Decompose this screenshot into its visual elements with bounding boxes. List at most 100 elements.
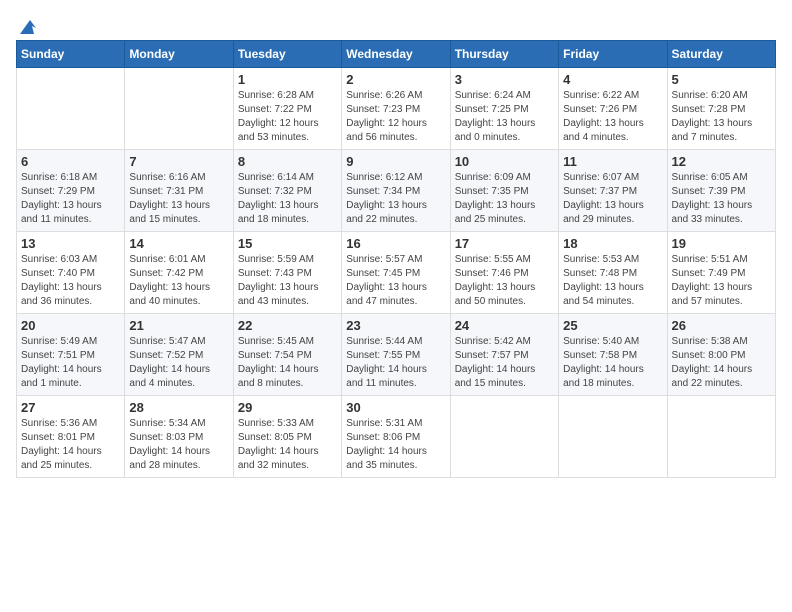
day-number: 27 bbox=[21, 400, 120, 415]
day-info: Sunrise: 5:49 AMSunset: 7:51 PMDaylight:… bbox=[21, 335, 120, 391]
day-number: 30 bbox=[346, 400, 445, 415]
header-friday: Friday bbox=[559, 41, 667, 68]
day-number: 19 bbox=[672, 236, 771, 251]
header-monday: Monday bbox=[125, 41, 233, 68]
day-info: Sunrise: 6:22 AMSunset: 7:26 PMDaylight:… bbox=[563, 89, 662, 145]
day-info: Sunrise: 5:36 AMSunset: 8:01 PMDaylight:… bbox=[21, 417, 120, 473]
calendar-cell: 18 Sunrise: 5:53 AMSunset: 7:48 PMDayligh… bbox=[559, 232, 667, 314]
day-number: 10 bbox=[455, 154, 554, 169]
calendar-cell bbox=[450, 396, 558, 478]
calendar-cell bbox=[667, 396, 775, 478]
calendar-cell: 4 Sunrise: 6:22 AMSunset: 7:26 PMDaylight… bbox=[559, 68, 667, 150]
day-number: 1 bbox=[238, 72, 337, 87]
day-number: 5 bbox=[672, 72, 771, 87]
day-info: Sunrise: 5:38 AMSunset: 8:00 PMDaylight:… bbox=[672, 335, 771, 391]
header-sunday: Sunday bbox=[17, 41, 125, 68]
header-saturday: Saturday bbox=[667, 41, 775, 68]
calendar-cell: 23 Sunrise: 5:44 AMSunset: 7:55 PMDayligh… bbox=[342, 314, 450, 396]
day-number: 22 bbox=[238, 318, 337, 333]
calendar-cell bbox=[559, 396, 667, 478]
day-number: 26 bbox=[672, 318, 771, 333]
calendar-cell: 12Sunrise: 6:05 AMSunset: 7:39 PMDayligh… bbox=[667, 150, 775, 232]
day-number: 28 bbox=[129, 400, 228, 415]
calendar-header-row: SundayMondayTuesdayWednesdayThursdayFrid… bbox=[17, 41, 776, 68]
calendar-week-row: 27 Sunrise: 5:36 AMSunset: 8:01 PMDayligh… bbox=[17, 396, 776, 478]
day-info: Sunrise: 6:07 AMSunset: 7:37 PMDaylight:… bbox=[563, 171, 662, 227]
calendar-cell: 30 Sunrise: 5:31 AMSunset: 8:06 PMDayligh… bbox=[342, 396, 450, 478]
day-info: Sunrise: 6:16 AMSunset: 7:31 PMDaylight:… bbox=[129, 171, 228, 227]
day-info: Sunrise: 5:57 AMSunset: 7:45 PMDaylight:… bbox=[346, 253, 445, 309]
calendar-cell: 8 Sunrise: 6:14 AMSunset: 7:32 PMDaylight… bbox=[233, 150, 341, 232]
day-number: 7 bbox=[129, 154, 228, 169]
day-number: 4 bbox=[563, 72, 662, 87]
calendar-cell: 22 Sunrise: 5:45 AMSunset: 7:54 PMDayligh… bbox=[233, 314, 341, 396]
day-number: 2 bbox=[346, 72, 445, 87]
calendar-week-row: 20 Sunrise: 5:49 AMSunset: 7:51 PMDayligh… bbox=[17, 314, 776, 396]
calendar-week-row: 13 Sunrise: 6:03 AMSunset: 7:40 PMDayligh… bbox=[17, 232, 776, 314]
day-info: Sunrise: 5:59 AMSunset: 7:43 PMDaylight:… bbox=[238, 253, 337, 309]
calendar-cell: 10Sunrise: 6:09 AMSunset: 7:35 PMDayligh… bbox=[450, 150, 558, 232]
day-number: 16 bbox=[346, 236, 445, 251]
day-number: 14 bbox=[129, 236, 228, 251]
day-info: Sunrise: 5:45 AMSunset: 7:54 PMDaylight:… bbox=[238, 335, 337, 391]
calendar-cell: 9 Sunrise: 6:12 AMSunset: 7:34 PMDaylight… bbox=[342, 150, 450, 232]
calendar-cell bbox=[17, 68, 125, 150]
day-number: 20 bbox=[21, 318, 120, 333]
day-info: Sunrise: 5:47 AMSunset: 7:52 PMDaylight:… bbox=[129, 335, 228, 391]
calendar-cell: 16 Sunrise: 5:57 AMSunset: 7:45 PMDayligh… bbox=[342, 232, 450, 314]
header-wednesday: Wednesday bbox=[342, 41, 450, 68]
calendar-table: SundayMondayTuesdayWednesdayThursdayFrid… bbox=[16, 40, 776, 478]
day-info: Sunrise: 6:26 AMSunset: 7:23 PMDaylight:… bbox=[346, 89, 445, 145]
day-number: 18 bbox=[563, 236, 662, 251]
header-tuesday: Tuesday bbox=[233, 41, 341, 68]
calendar-cell: 1 Sunrise: 6:28 AMSunset: 7:22 PMDaylight… bbox=[233, 68, 341, 150]
day-info: Sunrise: 5:31 AMSunset: 8:06 PMDaylight:… bbox=[346, 417, 445, 473]
day-number: 13 bbox=[21, 236, 120, 251]
day-number: 29 bbox=[238, 400, 337, 415]
day-info: Sunrise: 6:20 AMSunset: 7:28 PMDaylight:… bbox=[672, 89, 771, 145]
day-number: 17 bbox=[455, 236, 554, 251]
day-number: 15 bbox=[238, 236, 337, 251]
calendar-cell: 25 Sunrise: 5:40 AMSunset: 7:58 PMDayligh… bbox=[559, 314, 667, 396]
day-info: Sunrise: 5:44 AMSunset: 7:55 PMDaylight:… bbox=[346, 335, 445, 391]
calendar-cell: 26 Sunrise: 5:38 AMSunset: 8:00 PMDayligh… bbox=[667, 314, 775, 396]
day-info: Sunrise: 5:33 AMSunset: 8:05 PMDaylight:… bbox=[238, 417, 337, 473]
day-info: Sunrise: 6:01 AMSunset: 7:42 PMDaylight:… bbox=[129, 253, 228, 309]
calendar-cell: 7 Sunrise: 6:16 AMSunset: 7:31 PMDaylight… bbox=[125, 150, 233, 232]
day-info: Sunrise: 6:18 AMSunset: 7:29 PMDaylight:… bbox=[21, 171, 120, 227]
calendar-cell: 17Sunrise: 5:55 AMSunset: 7:46 PMDayligh… bbox=[450, 232, 558, 314]
calendar-cell: 28 Sunrise: 5:34 AMSunset: 8:03 PMDayligh… bbox=[125, 396, 233, 478]
day-info: Sunrise: 6:28 AMSunset: 7:22 PMDaylight:… bbox=[238, 89, 337, 145]
day-info: Sunrise: 6:24 AMSunset: 7:25 PMDaylight:… bbox=[455, 89, 554, 145]
calendar-cell: 6Sunrise: 6:18 AMSunset: 7:29 PMDaylight… bbox=[17, 150, 125, 232]
day-number: 3 bbox=[455, 72, 554, 87]
day-info: Sunrise: 6:03 AMSunset: 7:40 PMDaylight:… bbox=[21, 253, 120, 309]
calendar-cell bbox=[125, 68, 233, 150]
day-info: Sunrise: 5:51 AMSunset: 7:49 PMDaylight:… bbox=[672, 253, 771, 309]
calendar-cell: 15 Sunrise: 5:59 AMSunset: 7:43 PMDayligh… bbox=[233, 232, 341, 314]
day-number: 11 bbox=[563, 154, 662, 169]
day-number: 8 bbox=[238, 154, 337, 169]
day-number: 21 bbox=[129, 318, 228, 333]
calendar-cell: 21 Sunrise: 5:47 AMSunset: 7:52 PMDayligh… bbox=[125, 314, 233, 396]
header-thursday: Thursday bbox=[450, 41, 558, 68]
calendar-week-row: 6Sunrise: 6:18 AMSunset: 7:29 PMDaylight… bbox=[17, 150, 776, 232]
day-info: Sunrise: 5:53 AMSunset: 7:48 PMDaylight:… bbox=[563, 253, 662, 309]
day-info: Sunrise: 5:42 AMSunset: 7:57 PMDaylight:… bbox=[455, 335, 554, 391]
day-info: Sunrise: 5:34 AMSunset: 8:03 PMDaylight:… bbox=[129, 417, 228, 473]
calendar-cell: 5 Sunrise: 6:20 AMSunset: 7:28 PMDaylight… bbox=[667, 68, 775, 150]
day-number: 25 bbox=[563, 318, 662, 333]
day-number: 23 bbox=[346, 318, 445, 333]
day-info: Sunrise: 6:14 AMSunset: 7:32 PMDaylight:… bbox=[238, 171, 337, 227]
calendar-cell: 13 Sunrise: 6:03 AMSunset: 7:40 PMDayligh… bbox=[17, 232, 125, 314]
page-header bbox=[16, 16, 776, 32]
day-info: Sunrise: 6:12 AMSunset: 7:34 PMDaylight:… bbox=[346, 171, 445, 227]
day-number: 24 bbox=[455, 318, 554, 333]
logo bbox=[16, 16, 38, 32]
day-info: Sunrise: 5:40 AMSunset: 7:58 PMDaylight:… bbox=[563, 335, 662, 391]
day-number: 9 bbox=[346, 154, 445, 169]
calendar-cell: 2 Sunrise: 6:26 AMSunset: 7:23 PMDaylight… bbox=[342, 68, 450, 150]
day-info: Sunrise: 6:05 AMSunset: 7:39 PMDaylight:… bbox=[672, 171, 771, 227]
calendar-cell: 11 Sunrise: 6:07 AMSunset: 7:37 PMDayligh… bbox=[559, 150, 667, 232]
logo-icon bbox=[16, 16, 38, 38]
